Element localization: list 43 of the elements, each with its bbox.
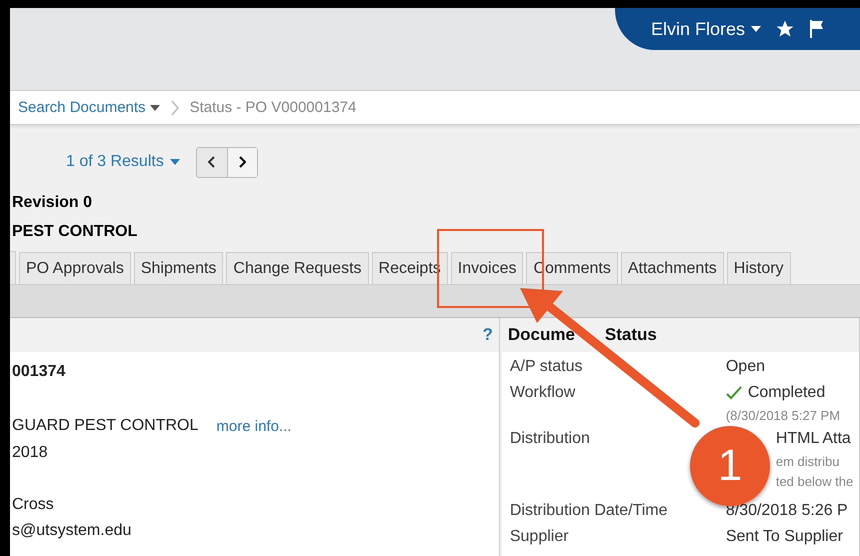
tab[interactable]: Change Requests xyxy=(226,252,369,284)
next-button[interactable] xyxy=(226,148,257,176)
field-value: (8/30/2018 5:27 PM xyxy=(726,407,840,425)
caret-icon xyxy=(751,26,762,32)
field-label: Distribution xyxy=(508,429,591,449)
field-label: Workflow xyxy=(508,383,576,403)
breadcrumb-link[interactable]: Search Documents xyxy=(18,99,160,116)
tab[interactable]: Invoices xyxy=(450,252,524,284)
chevron-right-icon xyxy=(170,100,180,116)
field-label: A/P status xyxy=(508,357,584,377)
po-number: 001374 xyxy=(12,363,66,381)
field-value: Open xyxy=(726,357,765,377)
flag-icon[interactable] xyxy=(809,19,826,39)
breadcrumb-current: Status - PO V000001374 xyxy=(190,99,356,116)
field-label: Distribution Date/Time xyxy=(508,501,669,521)
workflow-status: Completed xyxy=(726,380,840,406)
panel-title: Docume xyxy=(508,325,575,345)
panel-title: Status xyxy=(604,325,657,345)
field-value: 2018 xyxy=(12,444,48,462)
tab[interactable]: Shipments xyxy=(134,252,224,284)
field-value: s@utsystem.edu xyxy=(12,522,132,540)
field-value: Sent To Supplier xyxy=(726,527,843,547)
check-icon xyxy=(726,386,742,400)
tab[interactable]: PO Approvals xyxy=(19,252,131,284)
tab[interactable]: Attachments xyxy=(620,252,724,284)
field-value: HTML Atta xyxy=(776,429,852,449)
field-value: ted below the xyxy=(776,473,854,491)
revision-label: Revision 0 xyxy=(11,194,94,212)
more-info-link[interactable]: more info... xyxy=(216,418,292,434)
field-label: Supplier xyxy=(508,527,570,547)
supplier-title: PEST CONTROL xyxy=(11,223,138,241)
field-value: em distribu xyxy=(776,453,840,471)
caret-icon xyxy=(170,159,180,165)
field-value: Cross xyxy=(12,496,54,514)
help-icon[interactable]: ? xyxy=(482,325,493,345)
caret-icon xyxy=(150,104,160,110)
star-icon[interactable] xyxy=(775,19,796,39)
chevron-right-icon xyxy=(238,156,246,168)
tab[interactable]: History xyxy=(726,252,791,284)
chevron-left-icon xyxy=(208,156,216,168)
results-dropdown[interactable]: 1 of 3 Results xyxy=(66,153,180,171)
field-value: GUARD PEST CONTROL xyxy=(12,417,198,435)
user-menu[interactable]: Elvin Flores xyxy=(651,18,762,40)
